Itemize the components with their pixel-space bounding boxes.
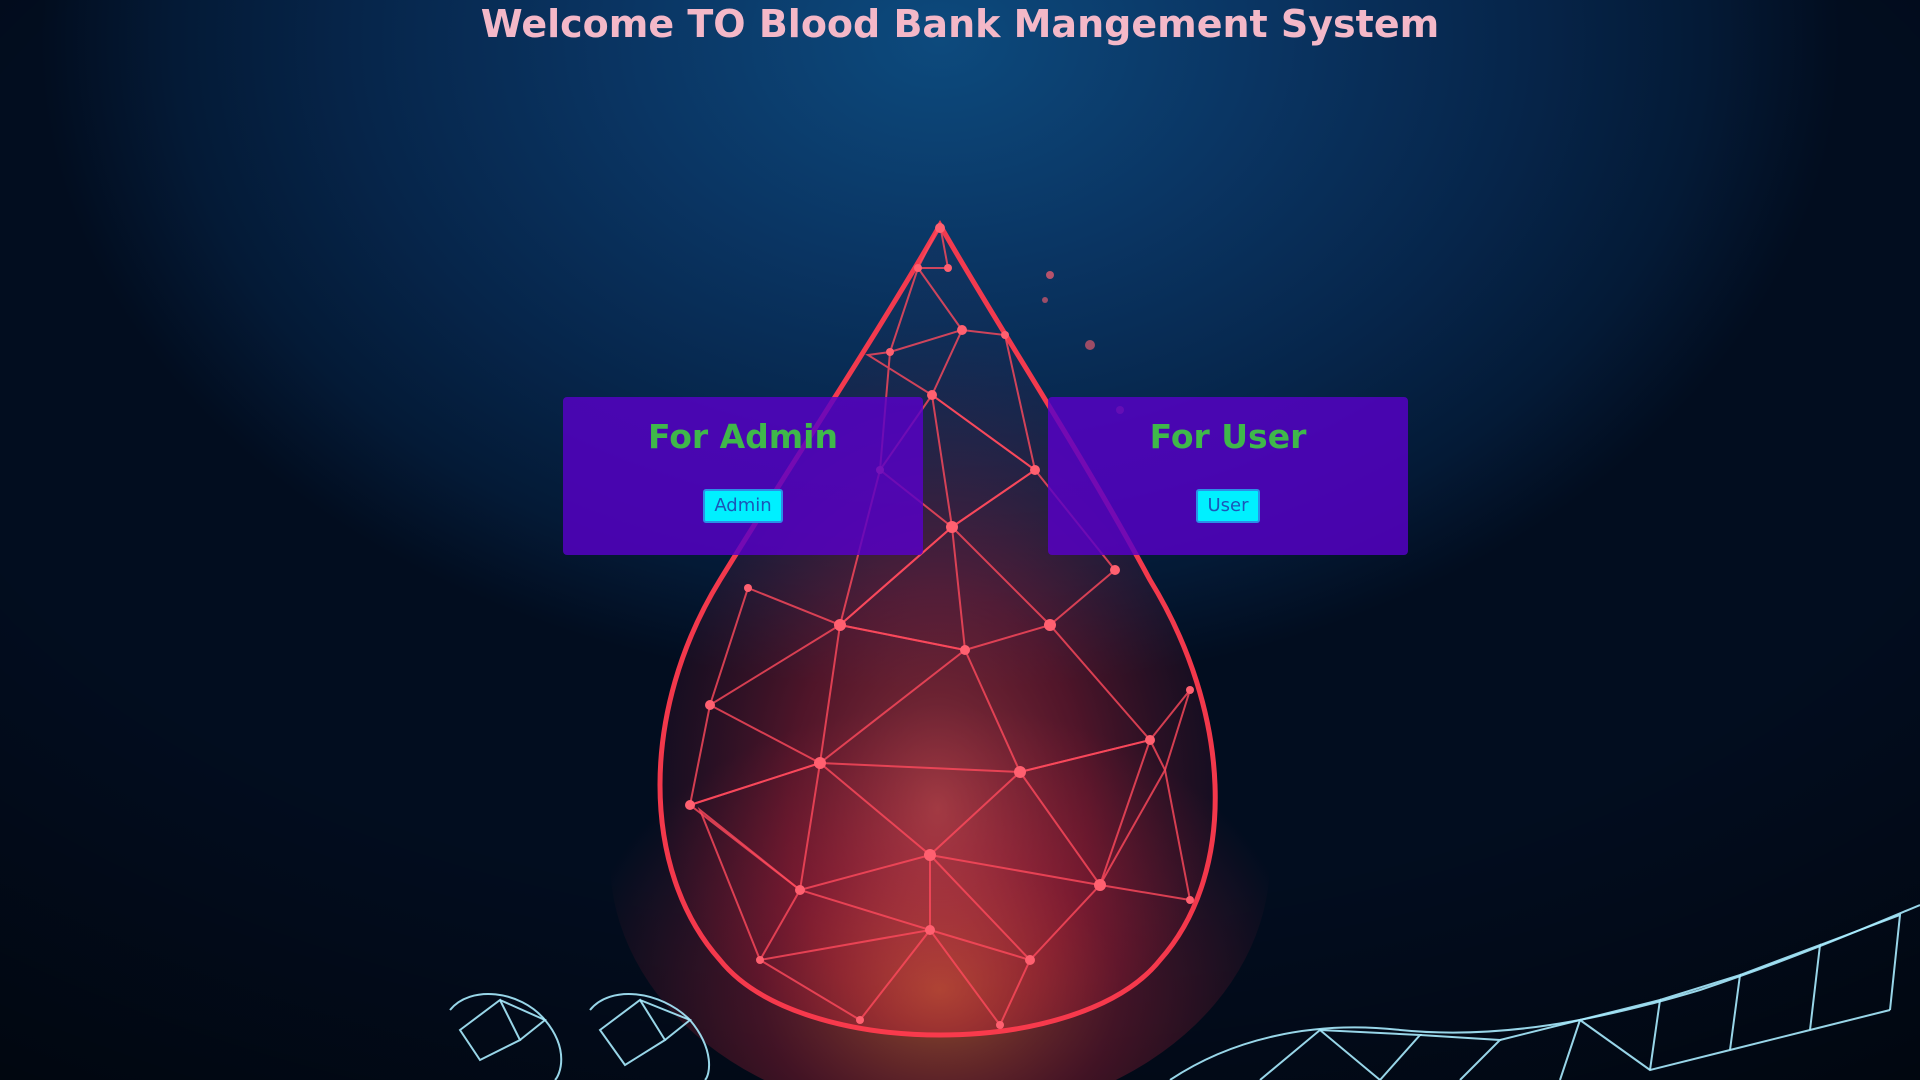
page-title: Welcome TO Blood Bank Mangement System xyxy=(480,2,1440,46)
admin-card: For Admin Admin xyxy=(563,397,923,555)
admin-button[interactable]: Admin xyxy=(703,489,783,523)
background-illustration xyxy=(0,0,1920,1080)
user-button[interactable]: User xyxy=(1196,489,1260,523)
admin-card-heading: For Admin xyxy=(648,417,838,456)
blood-drop-icon xyxy=(657,219,1218,1038)
hand-illustration xyxy=(449,904,1920,1080)
user-card: For User User xyxy=(1048,397,1408,555)
user-card-heading: For User xyxy=(1149,417,1307,456)
